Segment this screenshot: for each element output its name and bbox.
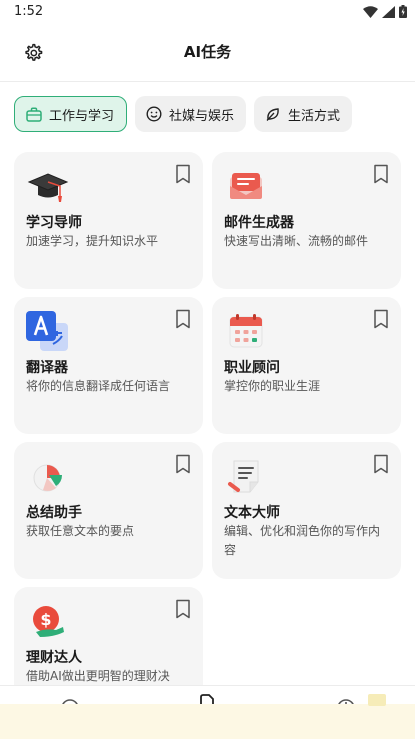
mail-icon — [224, 164, 268, 208]
bookmark-icon[interactable] — [175, 309, 191, 329]
tab-work-study[interactable]: 工作与学习 — [14, 96, 128, 132]
card-description: 编辑、优化和润色你的写作内容 — [224, 524, 381, 557]
leaf-icon — [264, 105, 282, 123]
category-tabs: 工作与学习 社媒与娱乐 生活方式 — [14, 96, 353, 132]
card-career-advisor[interactable]: 职业顾问 掌控你的职业生涯 — [212, 297, 401, 434]
tab-label: 工作与学习 — [49, 108, 115, 124]
status-time: 1:52 — [14, 4, 44, 19]
bookmark-icon[interactable] — [175, 454, 191, 474]
svg-text:$: $ — [40, 610, 51, 629]
page-title: AI任务 — [183, 43, 232, 61]
top-app-bar: AI任务 — [0, 24, 415, 82]
bookmark-icon[interactable] — [373, 454, 389, 474]
card-title: 文本大师 — [224, 505, 280, 521]
bookmark-icon[interactable] — [373, 164, 389, 184]
bookmark-icon[interactable] — [175, 164, 191, 184]
card-description: 加速学习，提升知识水平 — [26, 234, 159, 248]
card-title: 总结助手 — [26, 505, 82, 521]
status-icons — [363, 5, 407, 18]
card-description: 借助AI做出更明智的理财决 — [26, 669, 170, 683]
card-title: 职业顾问 — [224, 360, 280, 376]
pie-chart-icon — [26, 454, 70, 498]
calendar-icon — [224, 309, 268, 353]
banner-badge — [368, 694, 386, 706]
card-description: 快速写出清晰、流畅的邮件 — [224, 234, 369, 248]
tab-social-entertainment[interactable]: 社媒与娱乐 — [135, 96, 247, 132]
document-pen-icon — [224, 454, 268, 498]
card-title: 理财达人 — [26, 650, 82, 666]
card-text-master[interactable]: 文本大师 编辑、优化和润色你的写作内容 — [212, 442, 401, 579]
tab-label: 生活方式 — [288, 108, 341, 124]
card-title: 学习导师 — [26, 215, 82, 231]
card-title: 翻译器 — [26, 360, 68, 376]
graduation-cap-icon — [26, 164, 70, 208]
card-description: 将你的信息翻译成任何语言 — [26, 379, 171, 393]
money-bag-icon: $ — [26, 599, 70, 643]
translate-icon — [26, 309, 70, 353]
card-description: 获取任意文本的要点 — [26, 524, 135, 538]
smiley-icon — [145, 105, 163, 123]
card-description: 掌控你的职业生涯 — [224, 379, 321, 393]
wifi-icon — [363, 5, 378, 18]
signal-icon — [382, 5, 395, 18]
card-translator[interactable]: 翻译器 将你的信息翻译成任何语言 — [14, 297, 203, 434]
card-title: 邮件生成器 — [224, 215, 294, 231]
bottom-banner — [0, 694, 415, 739]
card-summary-assistant[interactable]: 总结助手 获取任意文本的要点 — [14, 442, 203, 579]
status-bar: 1:52 — [0, 0, 415, 24]
card-study-tutor[interactable]: 学习导师 加速学习，提升知识水平 — [14, 152, 203, 289]
bookmark-icon[interactable] — [373, 309, 389, 329]
bookmark-icon[interactable] — [175, 599, 191, 619]
battery-icon — [399, 5, 407, 18]
card-email-generator[interactable]: 邮件生成器 快速写出清晰、流畅的邮件 — [212, 152, 401, 289]
tab-lifestyle[interactable]: 生活方式 — [254, 96, 353, 132]
briefcase-icon — [25, 105, 43, 123]
tab-label: 社媒与娱乐 — [169, 108, 235, 124]
